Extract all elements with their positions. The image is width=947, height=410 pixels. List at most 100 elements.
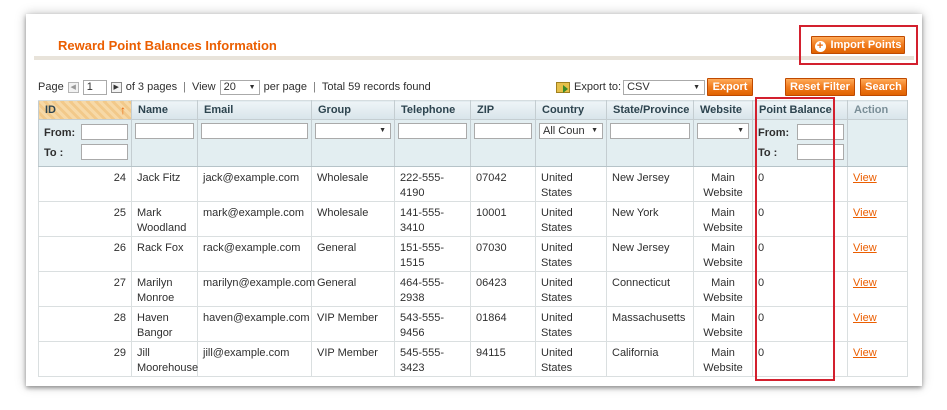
- next-page-icon[interactable]: ▶: [110, 81, 122, 93]
- cell-name: Jack Fitz: [131, 166, 198, 202]
- column-header-id[interactable]: ID ↑: [38, 100, 132, 120]
- cell-website: Main Website: [693, 236, 753, 272]
- section-header: Reward Point Balances Information: [34, 14, 914, 60]
- cell-telephone: 464-555-2938: [394, 271, 471, 307]
- per-page-label: per page: [263, 81, 308, 94]
- column-header-action: Action: [847, 100, 908, 120]
- cell-email: rack@example.com: [197, 236, 312, 272]
- id-from-label: From:: [44, 127, 76, 139]
- point-balance-highlight-box: [755, 97, 835, 381]
- cell-action: View: [847, 271, 908, 307]
- cell-id: 27: [38, 271, 132, 307]
- view-link[interactable]: View: [853, 242, 877, 254]
- action-filter-empty: [847, 119, 908, 167]
- group-filter-select[interactable]: [315, 123, 391, 139]
- email-filter-input[interactable]: [201, 123, 308, 139]
- column-header-country[interactable]: Country: [535, 100, 607, 120]
- reset-filter-button[interactable]: Reset Filter: [785, 78, 855, 96]
- cell-name: Haven Bangor: [131, 306, 198, 342]
- cell-id: 26: [38, 236, 132, 272]
- cell-email: mark@example.com: [197, 201, 312, 237]
- column-header-state[interactable]: State/Province: [606, 100, 694, 120]
- website-filter-select[interactable]: [697, 123, 749, 139]
- cell-group: VIP Member: [311, 306, 395, 342]
- column-header-name[interactable]: Name: [131, 100, 198, 120]
- cell-name: Marilyn Monroe: [131, 271, 198, 307]
- cell-name: Rack Fox: [131, 236, 198, 272]
- cell-email: haven@example.com: [197, 306, 312, 342]
- export-button[interactable]: Export: [707, 78, 753, 96]
- cell-state: New York: [606, 201, 694, 237]
- id-to-input[interactable]: [81, 144, 128, 160]
- cell-country: United States: [535, 166, 607, 202]
- cell-email: marilyn@example.com: [197, 271, 315, 307]
- column-header-email[interactable]: Email: [197, 100, 312, 120]
- cell-zip: 06423: [470, 271, 536, 307]
- cell-action: View: [847, 201, 908, 237]
- page-title: Reward Point Balances Information: [58, 38, 277, 53]
- cell-telephone: 543-555-9456: [394, 306, 471, 342]
- cell-website: Main Website: [693, 166, 753, 202]
- import-highlight-box: [799, 25, 918, 65]
- cell-id: 29: [38, 341, 132, 377]
- view-link[interactable]: View: [853, 172, 877, 184]
- search-button[interactable]: Search: [860, 78, 907, 96]
- id-filter: From: To :: [38, 119, 132, 167]
- column-header-website[interactable]: Website: [693, 100, 753, 120]
- column-header-group[interactable]: Group: [311, 100, 395, 120]
- pager: Page◀1▶of 3 pages | View20per page | Total 5…: [38, 78, 431, 96]
- cell-id: 25: [38, 201, 132, 237]
- cell-group: Wholesale: [311, 166, 395, 202]
- sort-arrow-up-icon: ↑: [120, 103, 126, 117]
- cell-website: Main Website: [693, 201, 753, 237]
- view-link[interactable]: View: [853, 277, 877, 289]
- cell-action: View: [847, 166, 908, 202]
- column-label: ID: [45, 104, 56, 116]
- per-page-select[interactable]: 20: [219, 79, 260, 95]
- view-label: View: [191, 81, 216, 94]
- cell-zip: 94115: [470, 341, 536, 377]
- cell-telephone: 151-555-1515: [394, 236, 471, 272]
- spreadsheet-icon: [556, 81, 570, 93]
- cell-state: Massachusetts: [606, 306, 694, 342]
- cell-website: Main Website: [693, 341, 753, 377]
- id-from-input[interactable]: [81, 124, 128, 140]
- page-count: of 3 pages: [125, 81, 178, 94]
- id-to-label: To :: [44, 147, 64, 159]
- cell-group: Wholesale: [311, 201, 395, 237]
- cell-state: New Jersey: [606, 236, 694, 272]
- prev-page-icon[interactable]: ◀: [67, 81, 79, 93]
- country-filter-select[interactable]: All Coun: [539, 123, 603, 139]
- zip-filter-input[interactable]: [474, 123, 532, 139]
- cell-telephone: 545-555-3423: [394, 341, 471, 377]
- column-header-telephone[interactable]: Telephone: [394, 100, 471, 120]
- cell-id: 28: [38, 306, 132, 342]
- export-controls: Export to: CSV: [556, 78, 706, 96]
- export-format-select[interactable]: CSV: [623, 79, 706, 95]
- cell-country: United States: [535, 271, 607, 307]
- cell-country: United States: [535, 236, 607, 272]
- view-link[interactable]: View: [853, 312, 877, 324]
- cell-country: United States: [535, 341, 607, 377]
- name-filter-input[interactable]: [135, 123, 194, 139]
- page-number-input[interactable]: 1: [82, 79, 107, 95]
- cell-email: jack@example.com: [197, 166, 312, 202]
- cell-zip: 01864: [470, 306, 536, 342]
- view-link[interactable]: View: [853, 347, 877, 359]
- column-header-zip[interactable]: ZIP: [470, 100, 536, 120]
- export-label: Export to:: [574, 81, 622, 93]
- cell-telephone: 222-555-4190: [394, 166, 471, 202]
- cell-group: General: [311, 271, 395, 307]
- cell-zip: 07030: [470, 236, 536, 272]
- telephone-filter-input[interactable]: [398, 123, 467, 139]
- cell-name: Mark Woodland: [131, 201, 198, 237]
- view-link[interactable]: View: [853, 207, 877, 219]
- cell-action: View: [847, 236, 908, 272]
- page-label: Page: [38, 81, 64, 94]
- cell-telephone: 141-555-3410: [394, 201, 471, 237]
- cell-state: Connecticut: [606, 271, 694, 307]
- state-filter-input[interactable]: [610, 123, 690, 139]
- cell-id: 24: [38, 166, 132, 202]
- cell-group: VIP Member: [311, 341, 395, 377]
- total-records: Total 59 records found: [321, 81, 431, 94]
